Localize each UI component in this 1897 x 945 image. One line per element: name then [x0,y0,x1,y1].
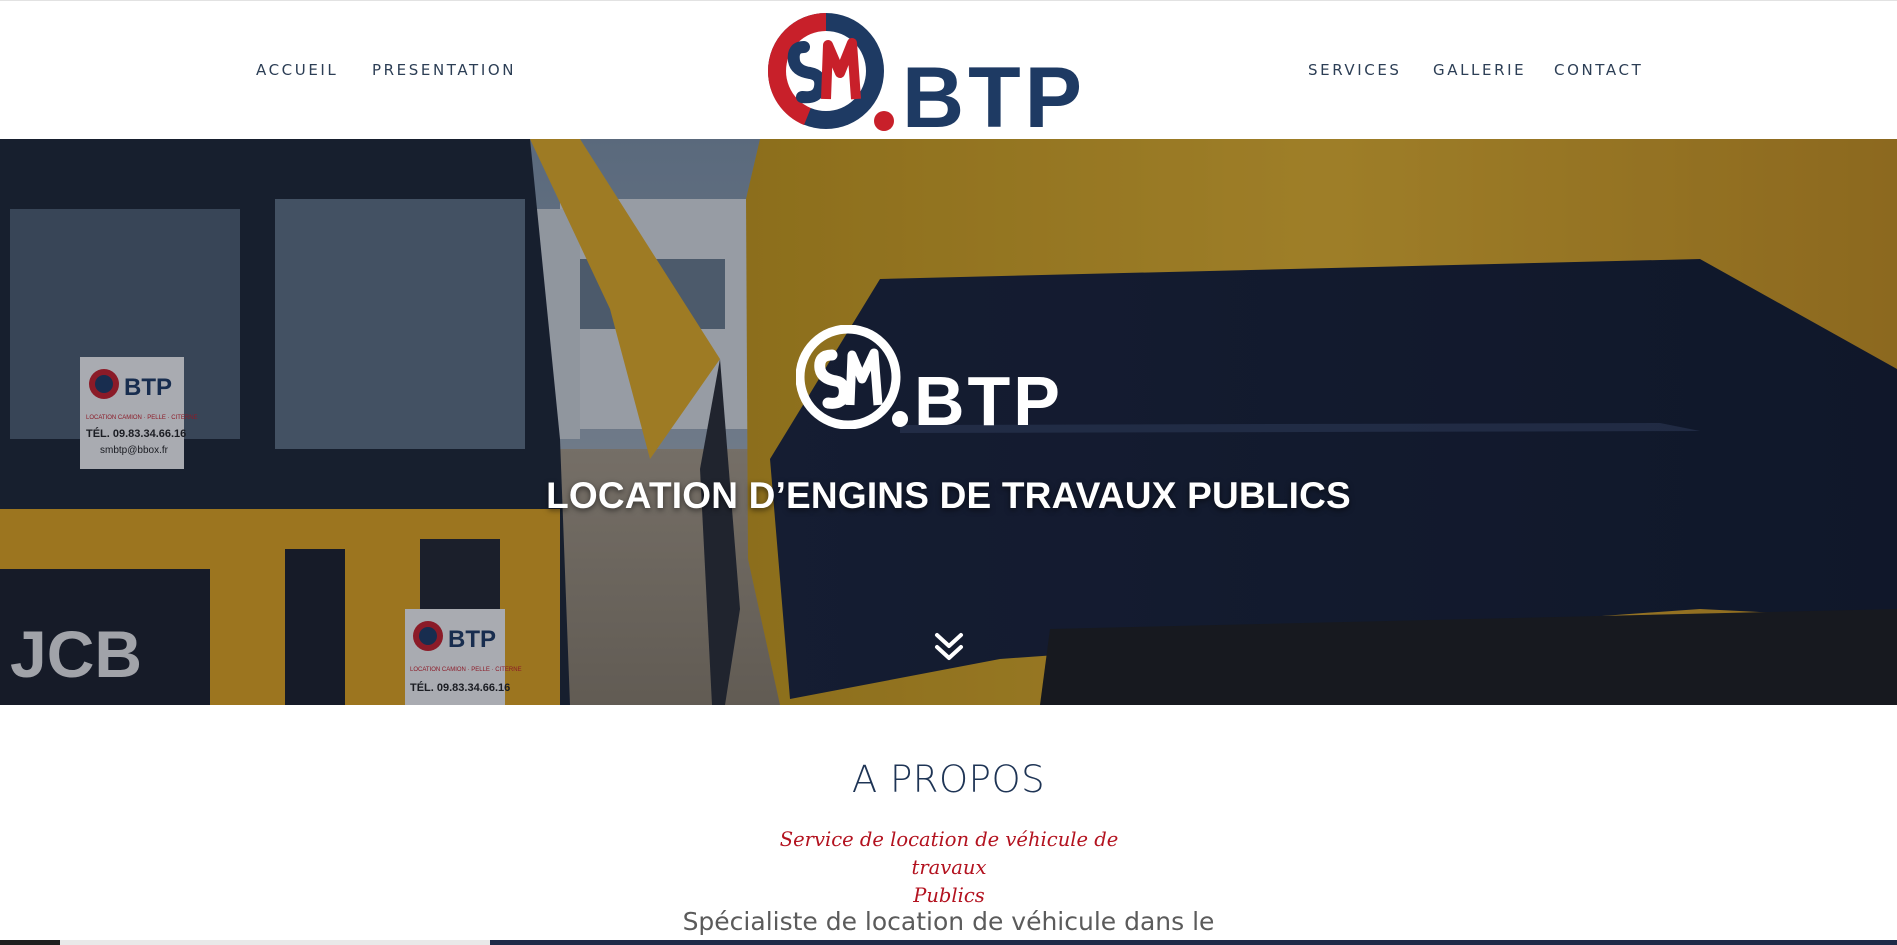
site-logo[interactable]: BTP [764,9,1138,146]
nav-link-presentation[interactable]: PRESENTATION [372,61,516,79]
hero-title: LOCATION D’ENGINS DE TRAVAUX PUBLICS [546,475,1351,516]
about-subtitle-line1: Service de location de véhicule de trava… [779,828,1119,879]
nav-link-services[interactable]: SERVICES [1308,61,1402,79]
hero-logo-wordmark: BTP [914,362,1063,429]
hero-logo: BTP [796,325,1063,429]
nav-link-contact[interactable]: CONTACT [1554,61,1643,79]
logo-wordmark: BTP [902,50,1086,135]
double-chevron-down-icon[interactable] [931,629,967,665]
about-subtitle-line2: Publics [913,884,985,907]
about-title: A PROPOS [851,758,1046,801]
hero-banner: JCB BTP LOCATION CAMION · PELLE · CITERN… [0,139,1897,705]
site-header: ACCUEIL PRESENTATION BTP SERVICES GALLER… [0,0,1897,146]
nav-link-gallerie[interactable]: GALLERIE [1433,61,1526,79]
about-body-text: Spécialiste de location de véhicule dans… [682,907,1215,936]
nav-link-accueil[interactable]: ACCUEIL [256,61,338,79]
bottom-edge-strip [0,940,1897,945]
about-subtitle: Service de location de véhicule de trava… [748,826,1150,910]
